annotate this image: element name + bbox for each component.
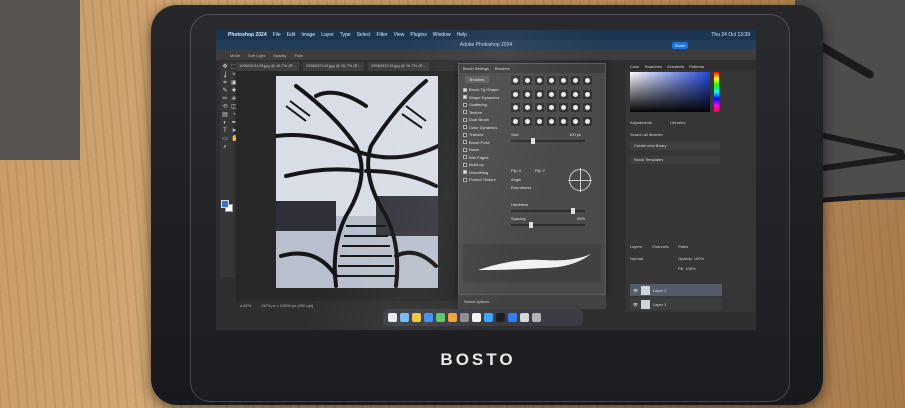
photo-scene: BOSTO Photoshop 2024 File Edit Image Lay… — [0, 0, 905, 408]
floor-carpet — [0, 0, 80, 160]
screen-protector-edge — [190, 14, 790, 402]
